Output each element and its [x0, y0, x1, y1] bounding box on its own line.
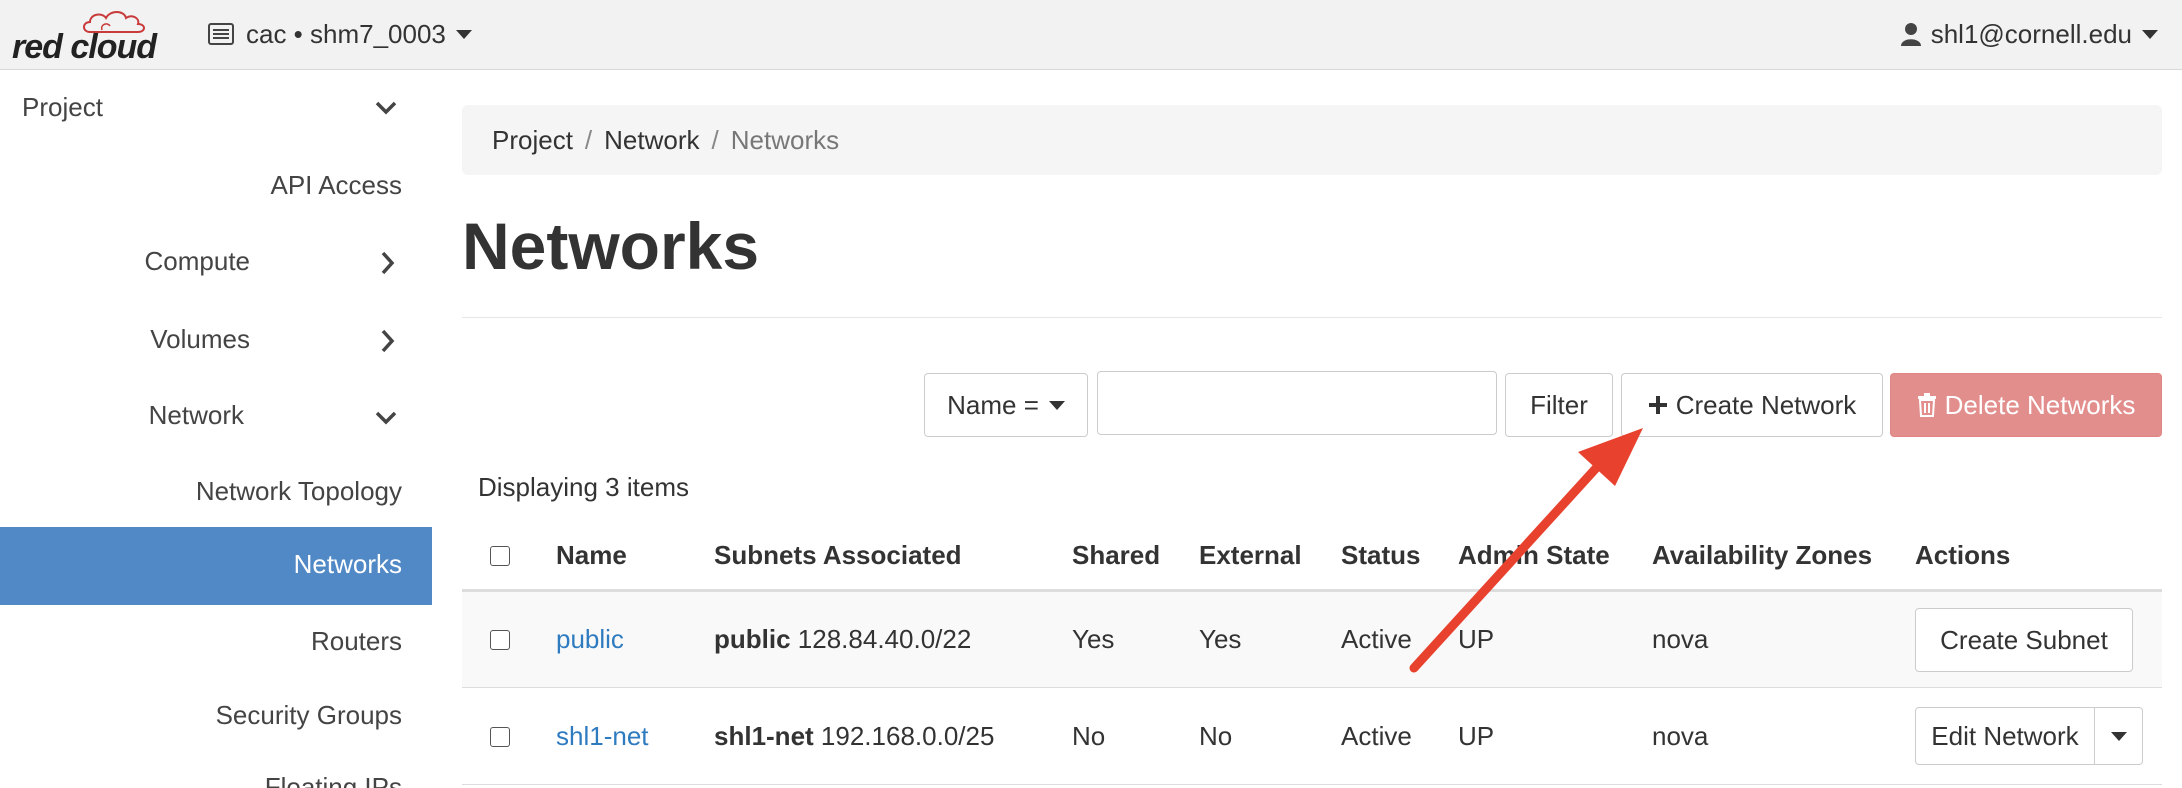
red-cloud-logo[interactable]: red cloud [10, 6, 160, 66]
external-cell: Yes [1199, 624, 1242, 654]
breadcrumb-separator: / [711, 125, 719, 155]
row-checkbox[interactable] [490, 630, 510, 650]
table-row: shl1-net shl1-net 192.168.0.0/25 No No A… [462, 689, 2162, 785]
filter-field-select-label: Name = [947, 389, 1039, 420]
item-count: Displaying 3 items [478, 472, 689, 502]
shared-cell: No [1072, 721, 1106, 751]
sidebar-item-label: API Access [270, 170, 403, 200]
network-name-link[interactable]: public [556, 624, 624, 655]
filter-button[interactable]: Filter [1505, 373, 1613, 437]
edit-network-button[interactable]: Edit Network [1915, 707, 2095, 765]
column-header-admin-state[interactable]: Admin State [1458, 540, 1610, 571]
network-name-link[interactable]: shl1-net [556, 721, 649, 752]
column-header-actions: Actions [1915, 540, 2011, 570]
chevron-right-icon [381, 329, 395, 353]
logo-text: red cloud [12, 28, 157, 66]
project-switcher-label: cac • shm7_0003 [246, 18, 446, 49]
subnets-cell: shl1-net 192.168.0.0/25 [714, 721, 994, 752]
top-navbar: red cloud cac • shm7_0003 shl1@cornell.e… [0, 0, 2182, 70]
breadcrumb-separator: / [584, 125, 593, 155]
sidebar-item-label: Floating IPs [264, 772, 402, 788]
admin-state-cell: UP [1458, 721, 1495, 751]
shared-cell: Yes [1072, 624, 1115, 654]
divider [462, 317, 2162, 318]
sidebar-item-label: Network Topology [195, 476, 402, 506]
delete-networks-button[interactable]: Delete Networks [1890, 373, 2162, 437]
sidebar: Project API Access Compute Volumes Netwo… [0, 70, 432, 788]
sidebar-item-label: Project [22, 92, 103, 122]
sidebar-item-routers[interactable]: Routers [311, 626, 402, 657]
filter-input[interactable] [1097, 371, 1497, 435]
filter-field-select[interactable]: Name = [924, 373, 1088, 437]
subnets-cell: public 128.84.40.0/22 [714, 624, 971, 655]
breadcrumb-item-project[interactable]: Project [492, 125, 573, 155]
project-switcher[interactable]: cac • shm7_0003 [208, 14, 472, 54]
plus-icon [1648, 396, 1667, 414]
row-checkbox[interactable] [490, 727, 510, 747]
sidebar-item-networks[interactable]: Networks [0, 527, 432, 605]
breadcrumb: Project / Network / Networks [462, 105, 2162, 175]
chevron-down-icon [2142, 29, 2158, 39]
filter-button-label: Filter [1530, 389, 1588, 420]
table-header: Name Subnets Associated Shared External … [462, 520, 2162, 592]
subnet-name: shl1-net [714, 721, 814, 751]
column-header-subnets[interactable]: Subnets Associated [714, 540, 962, 571]
sidebar-item-network[interactable]: Network [149, 400, 244, 431]
column-header-shared[interactable]: Shared [1072, 540, 1160, 571]
trash-icon [1917, 393, 1936, 417]
column-header-status[interactable]: Status [1341, 540, 1420, 571]
user-menu[interactable]: shl1@cornell.edu [1900, 14, 2158, 54]
sidebar-item-project[interactable]: Project [22, 92, 103, 123]
chevron-down-icon [375, 101, 397, 115]
status-cell: Active [1341, 721, 1412, 751]
delete-networks-label: Delete Networks [1944, 389, 2136, 420]
sidebar-item-label: Security Groups [215, 700, 402, 730]
sidebar-item-floating-ips[interactable]: Floating IPs [265, 772, 402, 788]
chevron-down-icon [1048, 400, 1065, 410]
chevron-right-icon [381, 251, 395, 275]
sidebar-item-label: Network [148, 400, 244, 430]
subnet-name: public [714, 624, 791, 654]
sidebar-item-label: Compute [144, 246, 251, 276]
sidebar-item-label: Routers [310, 626, 402, 656]
sidebar-item-volumes[interactable]: Volumes [150, 324, 250, 355]
page-title: Networks [462, 209, 760, 283]
create-network-label: Create Network [1675, 389, 1857, 420]
chevron-down-icon [375, 411, 397, 425]
column-header-external[interactable]: External [1199, 540, 1302, 571]
chevron-down-icon [2110, 731, 2127, 741]
admin-state-cell: UP [1458, 624, 1495, 654]
chevron-down-icon [455, 29, 472, 39]
user-email: shl1@cornell.edu [1930, 18, 2132, 49]
external-cell: No [1199, 721, 1233, 751]
breadcrumb-item-current: Networks [730, 125, 840, 155]
server-list-icon [208, 23, 234, 45]
sidebar-item-label: Volumes [150, 324, 250, 354]
sidebar-item-security-groups[interactable]: Security Groups [216, 700, 402, 731]
zones-cell: nova [1652, 721, 1709, 751]
subnet-cidr: 128.84.40.0/22 [797, 624, 972, 654]
column-header-name[interactable]: Name [556, 540, 627, 571]
sidebar-item-api-access[interactable]: API Access [271, 170, 403, 201]
user-icon [1900, 22, 1921, 46]
sidebar-item-label: Networks [293, 549, 402, 579]
breadcrumb-item-network[interactable]: Network [604, 125, 699, 155]
sidebar-item-network-topology[interactable]: Network Topology [196, 476, 402, 507]
subnet-cidr: 192.168.0.0/25 [820, 721, 995, 751]
select-all-checkbox[interactable] [490, 546, 510, 566]
create-subnet-label: Create Subnet [1940, 624, 2108, 655]
row-actions-dropdown-toggle[interactable] [2095, 707, 2143, 765]
table-row: public public 128.84.40.0/22 Yes Yes Act… [462, 592, 2162, 688]
zones-cell: nova [1652, 624, 1709, 654]
status-cell: Active [1341, 624, 1412, 654]
column-header-availability-zones[interactable]: Availability Zones [1652, 540, 1872, 571]
edit-network-label: Edit Network [1931, 720, 2079, 751]
create-subnet-button[interactable]: Create Subnet [1915, 608, 2133, 672]
sidebar-item-compute[interactable]: Compute [145, 246, 251, 277]
create-network-button[interactable]: Create Network [1621, 373, 1883, 437]
